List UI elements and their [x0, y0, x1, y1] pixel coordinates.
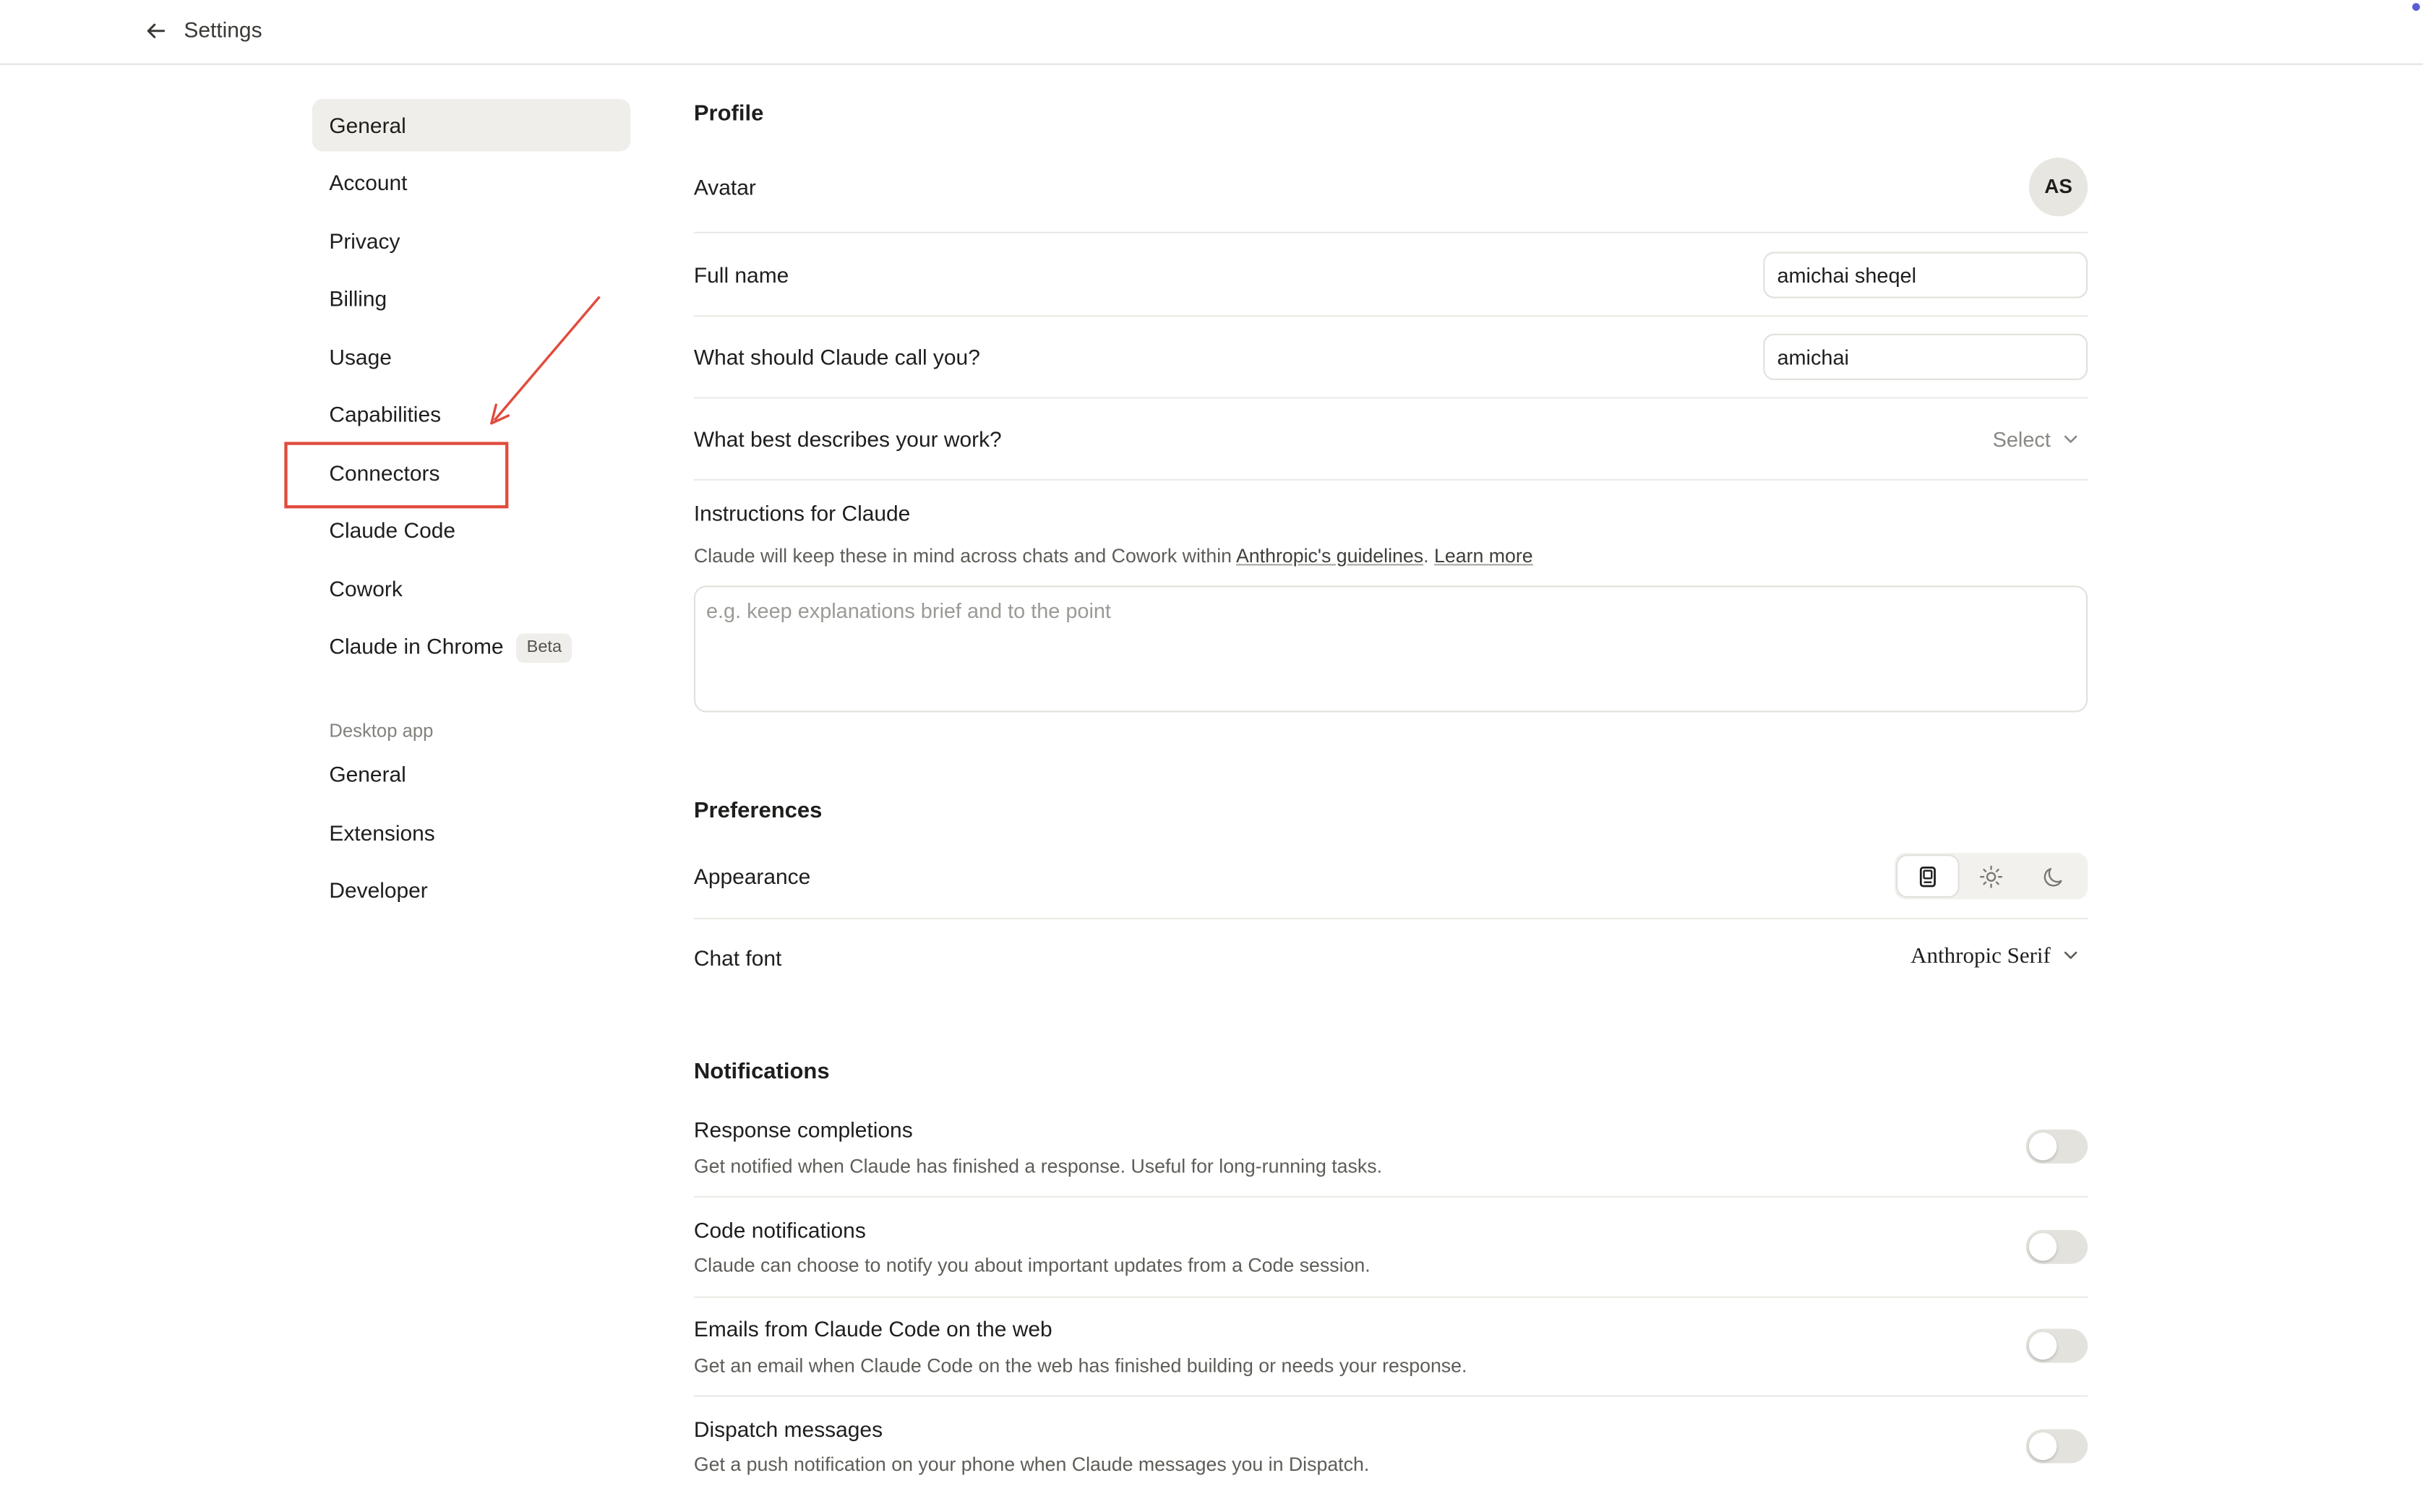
divider: [693, 1195, 2088, 1198]
back-button[interactable]: [142, 17, 170, 45]
full-name-input[interactable]: [1763, 252, 2088, 298]
work-description-label: What best describes your work?: [693, 426, 1002, 452]
sidebar-item-label: Connectors: [329, 460, 440, 486]
preferences-section-title: Preferences: [693, 799, 823, 824]
code-notifications-toggle[interactable]: [2025, 1229, 2088, 1264]
notifications-section-title: Notifications: [693, 1060, 830, 1085]
sidebar-item-label: Account: [329, 170, 408, 195]
status-dot: [2412, 3, 2420, 11]
code-notifications-title: Code notifications: [693, 1217, 866, 1242]
sidebar-item-connectors[interactable]: Connectors: [312, 447, 630, 499]
profile-section-title: Profile: [693, 102, 764, 127]
call-you-label: What should Claude call you?: [693, 344, 980, 369]
sidebar-item-claude-in-chrome[interactable]: Claude in Chrome Beta: [312, 619, 630, 672]
chevron-down-icon: [2063, 944, 2078, 959]
response-completions-toggle[interactable]: [2025, 1129, 2088, 1164]
chat-font-label: Chat font: [693, 945, 782, 971]
work-select-dropdown[interactable]: Select: [1993, 428, 2079, 451]
avatar[interactable]: AS: [2028, 158, 2088, 217]
sidebar-item-label: Cowork: [329, 576, 403, 601]
sidebar-item-label: General: [329, 761, 406, 787]
page-title: Settings: [184, 17, 262, 42]
sidebar-item-label: Extensions: [329, 820, 435, 846]
appearance-system-option[interactable]: [1897, 856, 1958, 896]
divider: [693, 315, 2088, 317]
instructions-label: Instructions for Claude: [693, 500, 911, 525]
divider: [693, 1395, 2088, 1397]
instructions-description-separator: .: [1423, 545, 1434, 567]
sidebar-item-developer[interactable]: Developer: [312, 864, 630, 916]
beta-badge: Beta: [515, 633, 573, 663]
divider: [693, 478, 2088, 481]
appearance-light-option[interactable]: [1961, 856, 2021, 896]
top-bar: Settings: [0, 0, 2423, 65]
sidebar-item-label: Developer: [329, 877, 428, 903]
learn-more-link[interactable]: Learn more: [1434, 546, 1533, 567]
desktop-app-section-label: Desktop app: [329, 720, 434, 742]
sidebar-item-desktop-general[interactable]: General: [312, 748, 630, 801]
chat-font-dropdown[interactable]: Anthropic Serif: [1910, 944, 2078, 970]
sidebar-item-capabilities[interactable]: Capabilities: [312, 388, 630, 441]
anthropic-guidelines-link[interactable]: Anthropic's guidelines: [1236, 546, 1423, 567]
appearance-switcher: [1894, 853, 2088, 900]
dispatch-messages-toggle[interactable]: [2025, 1429, 2088, 1464]
arrow-left-icon: [147, 23, 166, 38]
instructions-description: Claude will keep these in mind across ch…: [694, 546, 1533, 567]
sidebar-item-label: Billing: [329, 285, 387, 311]
full-name-label: Full name: [693, 262, 789, 288]
sun-icon: [1980, 864, 2003, 888]
sidebar-item-label: Privacy: [329, 228, 400, 254]
call-you-input[interactable]: [1763, 333, 2088, 380]
sidebar-item-cowork[interactable]: Cowork: [312, 562, 630, 615]
sidebar-item-label: Usage: [329, 344, 392, 369]
response-completions-desc: Get notified when Claude has finished a …: [693, 1156, 1383, 1178]
emails-claude-code-toggle[interactable]: [2025, 1328, 2088, 1363]
dispatch-messages-title: Dispatch messages: [693, 1417, 883, 1442]
avatar-label: Avatar: [693, 174, 756, 199]
instructions-description-text: Claude will keep these in mind across ch…: [693, 545, 1236, 567]
emails-claude-code-title: Emails from Claude Code on the web: [693, 1316, 1052, 1341]
divider: [693, 1296, 2088, 1298]
sidebar-item-label: Claude Code: [329, 517, 456, 543]
sidebar-item-billing[interactable]: Billing: [312, 272, 630, 325]
appearance-label: Appearance: [693, 864, 811, 889]
system-icon: [1919, 865, 1936, 887]
sidebar-item-claude-code[interactable]: Claude Code: [312, 504, 630, 557]
chat-font-value: Anthropic Serif: [1910, 944, 2051, 969]
sidebar-item-general[interactable]: General: [312, 98, 631, 152]
divider: [693, 397, 2088, 399]
sidebar-item-privacy[interactable]: Privacy: [312, 215, 630, 267]
sidebar-item-account[interactable]: Account: [312, 156, 630, 209]
sidebar-item-label: Claude in Chrome: [329, 633, 504, 658]
divider: [693, 917, 2088, 919]
sidebar-item-label: Capabilities: [329, 401, 442, 427]
sidebar-item-usage[interactable]: Usage: [312, 330, 630, 383]
dispatch-messages-desc: Get a push notification on your phone wh…: [693, 1453, 1370, 1476]
sidebar-item-label: General: [329, 113, 406, 138]
appearance-dark-option[interactable]: [2025, 856, 2085, 896]
sidebar-item-extensions[interactable]: Extensions: [312, 807, 630, 859]
instructions-textarea[interactable]: [693, 585, 2088, 713]
chevron-down-icon: [2063, 428, 2078, 443]
moon-icon: [2044, 867, 2062, 886]
response-completions-title: Response completions: [693, 1117, 913, 1142]
work-select-value: Select: [1992, 428, 2051, 452]
divider: [693, 231, 2088, 233]
code-notifications-desc: Claude can choose to notify you about im…: [693, 1254, 1371, 1276]
emails-claude-code-desc: Get an email when Claude Code on the web…: [693, 1354, 1467, 1377]
